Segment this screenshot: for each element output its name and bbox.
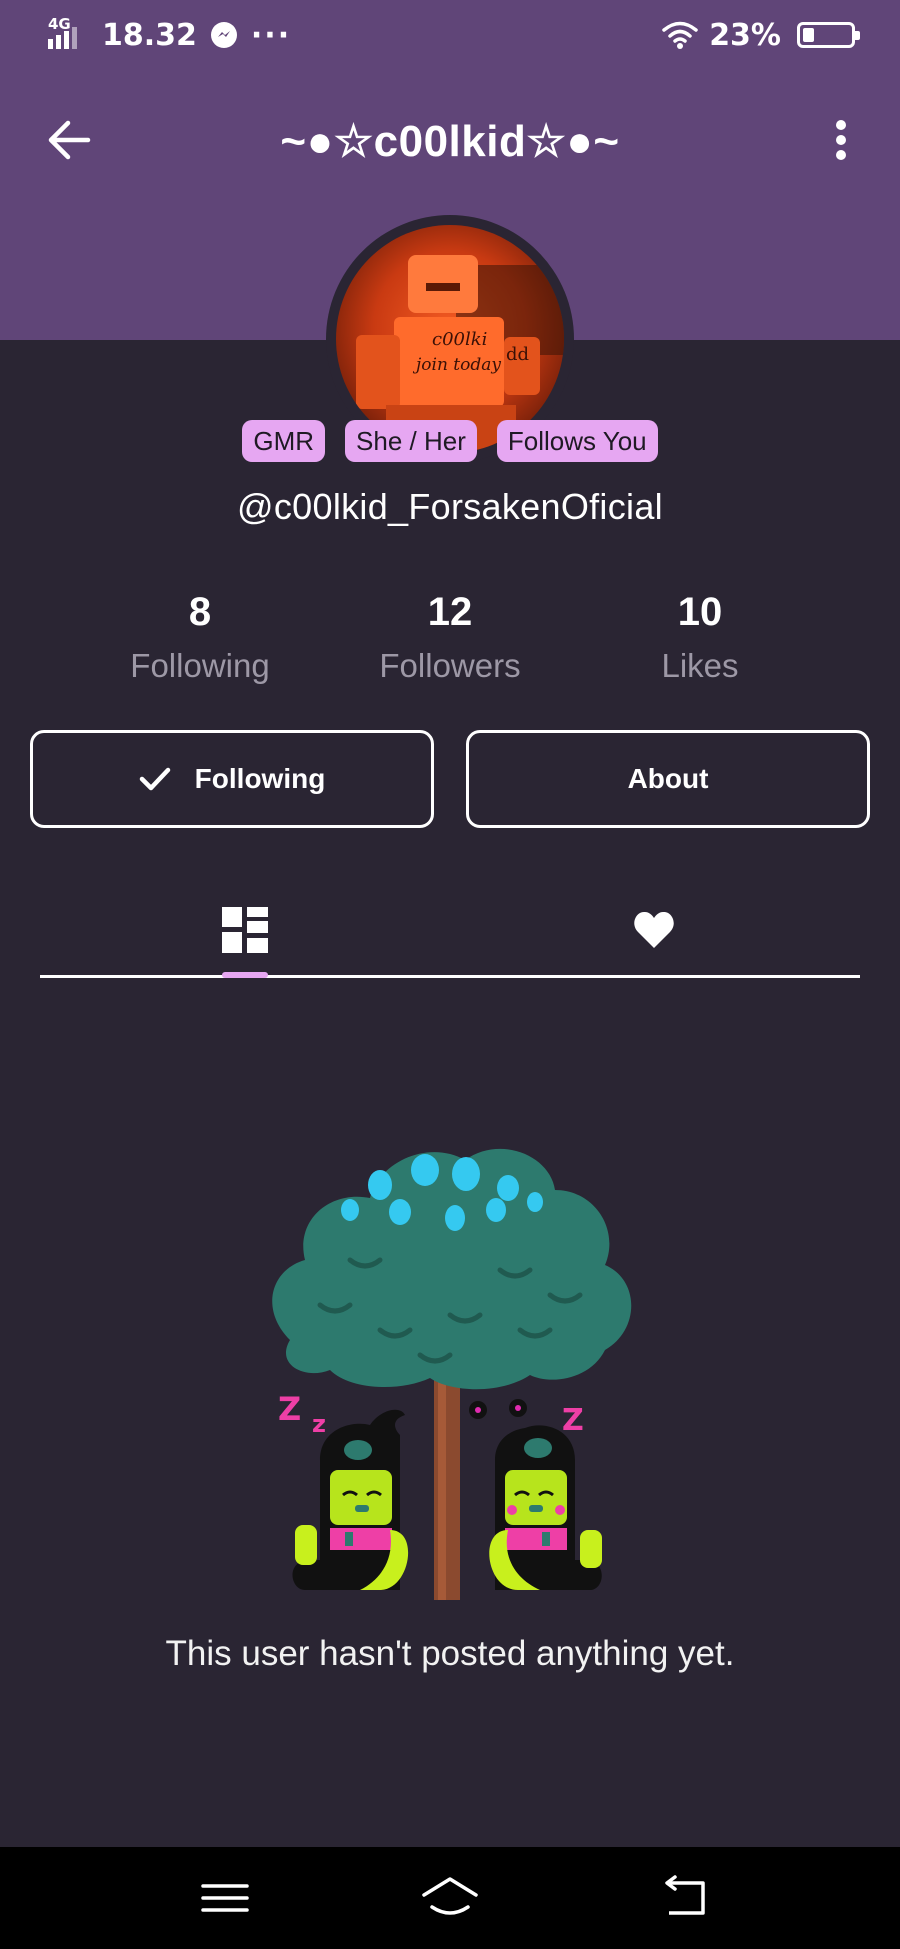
vertical-dots-icon <box>836 120 846 130</box>
following-button[interactable]: Following <box>30 730 434 828</box>
svg-text:z: z <box>312 1410 326 1438</box>
menu-icon <box>201 1884 249 1912</box>
home-icon <box>422 1877 478 1915</box>
battery-percent: 23% <box>709 17 781 53</box>
stat-following-label: Following <box>130 647 270 684</box>
svg-text:Z: Z <box>278 1390 301 1428</box>
messenger-icon <box>210 22 237 48</box>
tabs-divider <box>40 975 860 978</box>
profile-badges: GMR She / Her Follows You <box>0 420 900 462</box>
svg-text:Z: Z <box>562 1403 584 1438</box>
username: @c00lkid_ForsakenOficial <box>237 486 663 527</box>
status-time: 18.32 <box>102 17 197 53</box>
status-right: 23% <box>661 17 860 53</box>
back-button[interactable] <box>44 114 96 166</box>
stat-following[interactable]: 8 Following <box>80 590 320 685</box>
page-title: ~●☆c00lkid☆●~ <box>280 117 620 166</box>
status-bar: 4G 18.32 ··· 23% <box>0 0 900 70</box>
checkmark-icon <box>139 767 170 791</box>
following-button-label: Following <box>194 763 326 794</box>
stat-likes[interactable]: 10 Likes <box>580 590 820 685</box>
about-button-label: About <box>627 763 709 794</box>
tab-posts[interactable] <box>205 890 285 970</box>
badge-pronouns: She / Her <box>345 420 477 462</box>
badge-gmr: GMR <box>242 420 326 462</box>
heart-icon <box>634 911 674 948</box>
stat-following-value: 8 <box>188 590 212 634</box>
status-left: 4G 18.32 ··· <box>48 15 292 53</box>
badge-follows-you: Follows You <box>496 420 658 462</box>
battery-icon <box>797 22 860 48</box>
empty-state-message: This user hasn't posted anything yet. <box>165 1634 735 1673</box>
stat-followers-value: 12 <box>427 590 473 634</box>
stat-likes-value: 10 <box>677 590 723 634</box>
stat-followers[interactable]: 12 Followers <box>330 590 570 685</box>
nav-home-button[interactable] <box>420 1873 480 1923</box>
more-options-button[interactable] <box>824 114 858 166</box>
svg-text:join today: join today <box>412 355 501 375</box>
svg-text:c00lki: c00lki <box>432 329 487 350</box>
stat-likes-label: Likes <box>661 647 739 684</box>
tab-likes[interactable] <box>614 890 694 970</box>
stat-followers-label: Followers <box>379 647 521 684</box>
status-overflow: ··· <box>250 17 292 53</box>
sleeping-tree-illustration: Z z Z <box>272 1148 632 1600</box>
nav-back-button[interactable] <box>655 1873 715 1923</box>
signal-icon: 4G <box>48 15 88 53</box>
arrow-left-icon <box>48 120 91 160</box>
about-button[interactable]: About <box>466 730 870 828</box>
avatar-image: c00lki join today dd <box>336 225 564 453</box>
svg-text:dd: dd <box>506 344 529 365</box>
grid-layout-icon <box>222 907 268 953</box>
wifi-icon <box>662 21 698 49</box>
tab-selected-indicator <box>222 972 268 978</box>
system-nav-bar <box>0 1847 900 1949</box>
avatar-figure: c00lki join today dd <box>356 255 564 453</box>
nav-menu-button[interactable] <box>195 1873 255 1923</box>
back-icon <box>665 1875 705 1915</box>
